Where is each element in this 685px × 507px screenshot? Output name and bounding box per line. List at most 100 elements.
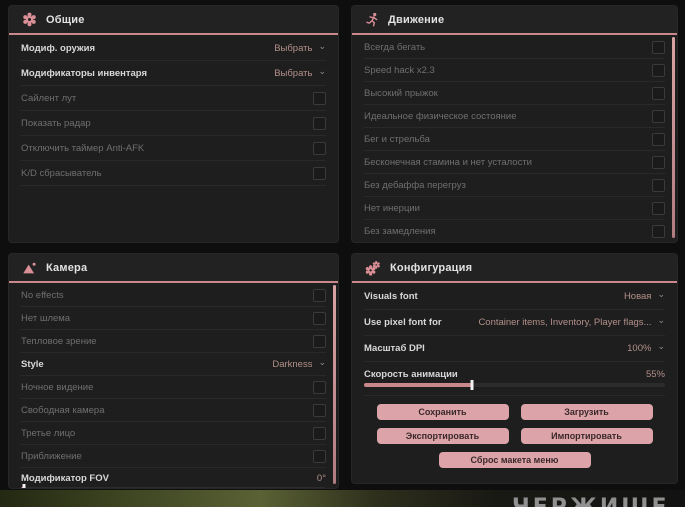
checkbox[interactable] bbox=[313, 380, 326, 394]
checkbox[interactable] bbox=[313, 449, 326, 463]
setting-label: Speed hack x2.3 bbox=[364, 64, 435, 76]
setting-row: Visuals font Новая ⌄ bbox=[364, 284, 665, 310]
setting-row: Модификаторы инвентаря Выбрать ⌄ bbox=[21, 61, 326, 86]
chevron-down-icon: ⌄ bbox=[657, 341, 665, 351]
slider-track[interactable] bbox=[364, 379, 665, 390]
slider-handle[interactable] bbox=[22, 484, 26, 488]
config-button-row: Экспортировать Импортировать bbox=[352, 428, 677, 444]
setting-label: Приближение bbox=[21, 450, 82, 462]
dropdown-value: Новая bbox=[623, 291, 652, 302]
dropdown-value: Выбрать bbox=[274, 67, 313, 79]
checkbox[interactable] bbox=[313, 116, 326, 130]
checkbox[interactable] bbox=[652, 155, 665, 169]
setting-label: Бесконечная стамина и нет усталости bbox=[364, 156, 532, 168]
slider-row-header: Модификатор FOV 0° bbox=[21, 473, 326, 484]
checkbox[interactable] bbox=[313, 311, 326, 325]
setting-label: Сайлент лут bbox=[21, 92, 77, 104]
scrollbar[interactable] bbox=[672, 37, 675, 238]
load-button[interactable]: Загрузить bbox=[520, 404, 653, 420]
setting-row: Нет шлема bbox=[21, 307, 326, 330]
dropdown[interactable]: Выбрать ⌄ bbox=[274, 41, 326, 54]
setting-label: Третье лицо bbox=[21, 427, 76, 439]
cheat-menu-overlay: Общие Модиф. оружия Выбрать ⌄ Модификаторы … bbox=[0, 0, 685, 507]
scrollbar[interactable] bbox=[333, 285, 336, 484]
setting-row: Третье лицо bbox=[21, 422, 326, 445]
setting-label: Нет инерции bbox=[364, 202, 420, 214]
setting-row: Use pixel font for Container items, Inven… bbox=[364, 310, 665, 336]
setting-row: Отключить таймер Anti-AFK bbox=[21, 136, 326, 161]
config-button-row: Сохранить Загрузить bbox=[352, 404, 677, 420]
setting-row: Масштаб DPI 100% ⌄ bbox=[364, 336, 665, 362]
setting-label: Без дебаффа перегруз bbox=[364, 179, 466, 191]
chevron-down-icon: ⌄ bbox=[657, 289, 665, 299]
save-button[interactable]: Сохранить bbox=[376, 404, 509, 420]
checkbox[interactable] bbox=[313, 288, 326, 302]
reset-menu-layout-button[interactable]: Сброс макета меню bbox=[438, 452, 591, 468]
panel-general-rows: Модиф. оружия Выбрать ⌄ Модификаторы инвент… bbox=[9, 35, 338, 186]
image-icon bbox=[22, 261, 37, 275]
setting-label: Модиф. оружия bbox=[21, 42, 96, 54]
config-buttons: Сохранить Загрузить Экспортировать Импортир… bbox=[352, 404, 677, 468]
checkbox[interactable] bbox=[652, 40, 665, 54]
setting-row: Высокий прыжок bbox=[364, 82, 665, 105]
setting-label: Use pixel font for bbox=[364, 317, 442, 328]
game-background-strip: ЧЕРЖИШЕ bbox=[0, 490, 685, 507]
chevron-down-icon: ⌄ bbox=[318, 65, 326, 76]
slider-row-header: Скорость анимации 55% bbox=[364, 369, 665, 380]
setting-label: Нет шлема bbox=[21, 312, 71, 324]
setting-label: Показать радар bbox=[21, 117, 91, 129]
dropdown-value: Выбрать bbox=[274, 42, 313, 54]
setting-label: Идеальное физическое состояние bbox=[364, 110, 517, 122]
dropdown-value: 100% bbox=[627, 343, 652, 354]
slider-handle[interactable] bbox=[470, 379, 474, 390]
setting-label: Visuals font bbox=[364, 291, 418, 302]
panel-camera-rows: No effects Нет шлема Тепловое зрение Style D… bbox=[9, 283, 338, 488]
runner-icon bbox=[365, 12, 379, 28]
checkbox[interactable] bbox=[313, 403, 326, 417]
setting-row: Тепловое зрение bbox=[21, 330, 326, 353]
checkbox[interactable] bbox=[652, 201, 665, 215]
checkbox[interactable] bbox=[313, 91, 326, 105]
panel-movement-rows: Всегда бегать Speed hack x2.3 Высокий прыж… bbox=[352, 35, 677, 242]
checkbox[interactable] bbox=[652, 178, 665, 192]
slider-fill bbox=[364, 382, 473, 387]
setting-row: Нет инерции bbox=[364, 197, 665, 220]
dropdown[interactable]: 100% ⌄ bbox=[627, 341, 665, 355]
setting-label: Скорость анимации bbox=[364, 368, 458, 380]
setting-row: Скорость анимации 55% bbox=[364, 362, 665, 396]
panel-title: Конфигурация bbox=[390, 261, 473, 274]
panel-config: Конфигурация Visuals font Новая ⌄ Use pixel… bbox=[351, 253, 678, 484]
checkbox[interactable] bbox=[652, 224, 665, 238]
gears-icon bbox=[365, 260, 381, 276]
panel-config-rows: Visuals font Новая ⌄ Use pixel font for Cont… bbox=[352, 283, 677, 396]
panel-general: Общие Модиф. оружия Выбрать ⌄ Модификаторы … bbox=[8, 5, 339, 243]
setting-label: Бег и стрельба bbox=[364, 133, 430, 145]
checkbox[interactable] bbox=[652, 109, 665, 123]
dropdown[interactable]: Выбрать ⌄ bbox=[274, 65, 326, 79]
panel-title: Движение bbox=[388, 13, 445, 26]
setting-row: Идеальное физическое состояние bbox=[364, 105, 665, 128]
setting-row: Всегда бегать bbox=[364, 36, 665, 59]
import-button[interactable]: Импортировать bbox=[520, 428, 653, 444]
dropdown[interactable]: Новая ⌄ bbox=[623, 289, 665, 303]
dropdown[interactable]: Darkness ⌄ bbox=[272, 357, 326, 370]
setting-row: Без дебаффа перегруз bbox=[364, 174, 665, 197]
setting-label: Высокий прыжок bbox=[364, 87, 438, 99]
setting-row: Свободная камера bbox=[21, 399, 326, 422]
panel-title: Общие bbox=[46, 13, 85, 26]
dropdown[interactable]: Container items, Inventory, Player flags… bbox=[478, 316, 665, 329]
checkbox[interactable] bbox=[313, 141, 326, 155]
checkbox[interactable] bbox=[652, 86, 665, 100]
setting-label: No effects bbox=[21, 289, 64, 301]
watermark-text: ЧЕРЖИШЕ bbox=[512, 495, 669, 507]
setting-label: Всегда бегать bbox=[364, 41, 426, 53]
checkbox[interactable] bbox=[652, 132, 665, 146]
slider-track[interactable] bbox=[21, 484, 326, 488]
checkbox[interactable] bbox=[313, 334, 326, 348]
checkbox[interactable] bbox=[652, 63, 665, 77]
checkbox[interactable] bbox=[313, 166, 326, 180]
checkbox[interactable] bbox=[313, 426, 326, 440]
dropdown-value: Darkness bbox=[272, 358, 313, 370]
export-button[interactable]: Экспортировать bbox=[376, 428, 509, 444]
setting-label: Масштаб DPI bbox=[364, 343, 425, 354]
